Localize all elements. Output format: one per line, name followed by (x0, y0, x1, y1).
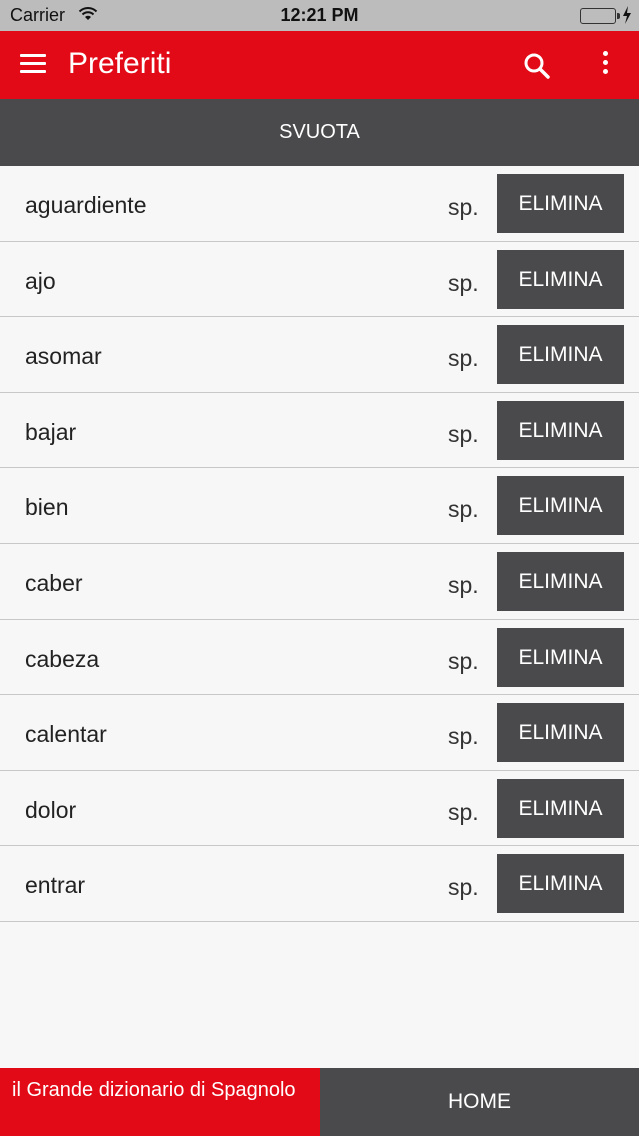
clock: 12:21 PM (280, 5, 359, 25)
favorite-word: ajo (25, 267, 56, 294)
delete-button[interactable]: ELIMINA (497, 174, 624, 233)
delete-button[interactable]: ELIMINA (497, 703, 624, 763)
favorite-word: entrar (25, 872, 86, 899)
delete-button[interactable]: ELIMINA (497, 854, 624, 914)
list-item[interactable]: asomar sp. ELIMINA (0, 317, 639, 393)
delete-button[interactable]: ELIMINA (497, 249, 624, 309)
search-icon[interactable] (522, 51, 552, 81)
language-tag: sp. (448, 269, 479, 296)
list-item[interactable]: caber sp. ELIMINA (0, 543, 639, 620)
favorite-word: bajar (25, 418, 77, 445)
language-tag: sp. (448, 723, 479, 750)
favorite-word: dolor (25, 796, 77, 823)
list-item[interactable]: cabeza sp. ELIMINA (0, 619, 639, 696)
language-tag: sp. (448, 798, 479, 825)
language-tag: sp. (448, 345, 479, 372)
list-item[interactable]: dolor sp. ELIMINA (0, 770, 639, 847)
page-title: Preferiti (68, 47, 172, 80)
home-button[interactable]: HOME (320, 1068, 639, 1136)
status-bar: Carrier 12:21 PM (0, 0, 639, 31)
list-item[interactable]: bajar sp. ELIMINA (0, 392, 639, 469)
delete-button[interactable]: ELIMINA (497, 476, 624, 536)
list-item[interactable]: aguardiente sp. ELIMINA (0, 166, 639, 242)
language-tag: sp. (448, 647, 479, 674)
footer: il Grande dizionario di Spagnolo HOME (0, 1068, 639, 1136)
delete-button[interactable]: ELIMINA (497, 778, 624, 838)
favorite-word: asomar (25, 343, 102, 370)
list-item[interactable]: entrar sp. ELIMINA (0, 846, 639, 922)
list-item[interactable]: calentar sp. ELIMINA (0, 695, 639, 771)
battery-icon (580, 8, 620, 24)
delete-button[interactable]: ELIMINA (497, 325, 624, 385)
delete-button[interactable]: ELIMINA (497, 627, 624, 687)
delete-button[interactable]: ELIMINA (497, 551, 624, 611)
language-tag: sp. (448, 194, 479, 220)
more-vert-icon[interactable] (598, 51, 612, 81)
delete-button[interactable]: ELIMINA (497, 400, 624, 460)
list-item[interactable]: bien sp. ELIMINA (0, 468, 639, 544)
language-tag: sp. (448, 874, 479, 901)
language-tag: sp. (448, 420, 479, 447)
favorite-word: bien (25, 494, 69, 521)
hamburger-menu-icon[interactable] (20, 54, 48, 76)
language-tag: sp. (448, 496, 479, 523)
favorite-word: calentar (25, 721, 107, 748)
favorite-word: caber (25, 569, 83, 596)
app-bar: Preferiti (0, 31, 639, 99)
brand-label: il Grande dizionario di Spagnolo (0, 1068, 320, 1136)
favorites-list: aguardiente sp. ELIMINA ajo sp. ELIMINA asomar… (0, 166, 639, 922)
list-item[interactable]: ajo sp. ELIMINA (0, 241, 639, 318)
charging-icon (622, 6, 632, 29)
clear-all-button[interactable]: SVUOTA (0, 99, 639, 166)
favorite-word: aguardiente (25, 192, 147, 218)
favorite-word: cabeza (25, 645, 100, 672)
language-tag: sp. (448, 571, 479, 598)
